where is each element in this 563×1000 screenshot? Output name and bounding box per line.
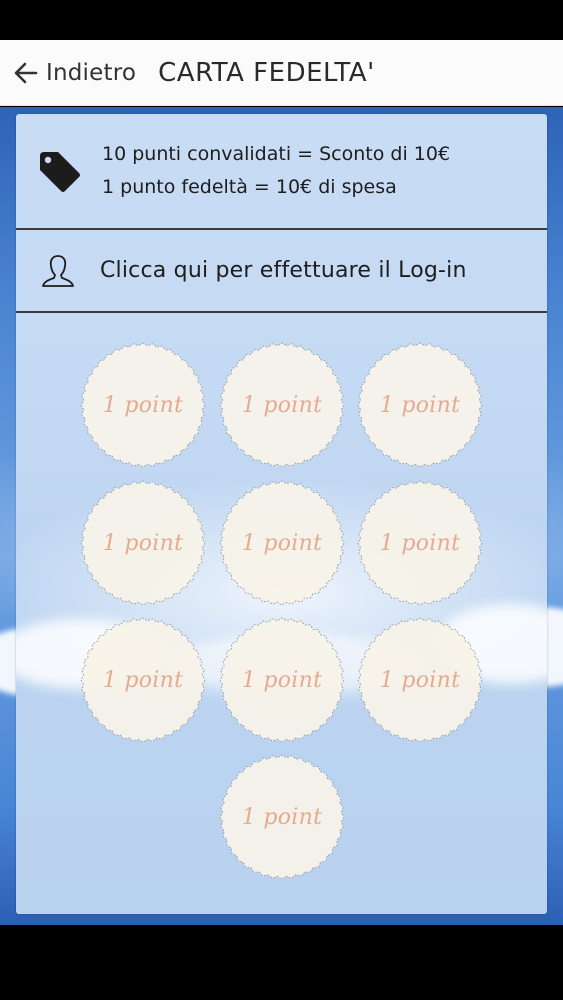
tag-icon (40, 152, 80, 192)
stamp-3[interactable]: 1 point (356, 341, 484, 469)
login-button[interactable]: Clicca qui per effettuare il Log-in (16, 230, 547, 313)
login-label: Clicca qui per effettuare il Log-in (100, 258, 467, 283)
stamp-2[interactable]: 1 point (218, 341, 346, 469)
stamp-9[interactable]: 1 point (356, 616, 484, 744)
action-bar: Indietro CARTA FEDELTA' (0, 40, 563, 106)
stamp-8[interactable]: 1 point (218, 616, 346, 744)
back-label: Indietro (46, 59, 137, 86)
navigation-bar (0, 925, 563, 1000)
user-icon (42, 254, 74, 287)
stamp-7[interactable]: 1 point (79, 616, 207, 744)
stamp-10[interactable]: 1 point (218, 753, 346, 881)
stamp-4[interactable]: 1 point (79, 479, 207, 607)
back-button[interactable]: Indietro (0, 40, 142, 105)
status-bar (0, 0, 563, 40)
loyalty-info: 10 punti convalidati = Sconto di 10€ 1 p… (16, 114, 547, 230)
stamp-1[interactable]: 1 point (79, 341, 207, 469)
arrow-left-icon (14, 62, 38, 83)
page-title: CARTA FEDELTA' (158, 57, 375, 88)
loyalty-card: 10 punti convalidati = Sconto di 10€ 1 p… (16, 114, 547, 914)
points-discount-rule: 10 punti convalidati = Sconto di 10€ (102, 143, 451, 165)
stamp-5[interactable]: 1 point (218, 479, 346, 607)
points-spend-rule: 1 punto fedeltà = 10€ di spesa (102, 176, 397, 198)
stamp-6[interactable]: 1 point (356, 479, 484, 607)
